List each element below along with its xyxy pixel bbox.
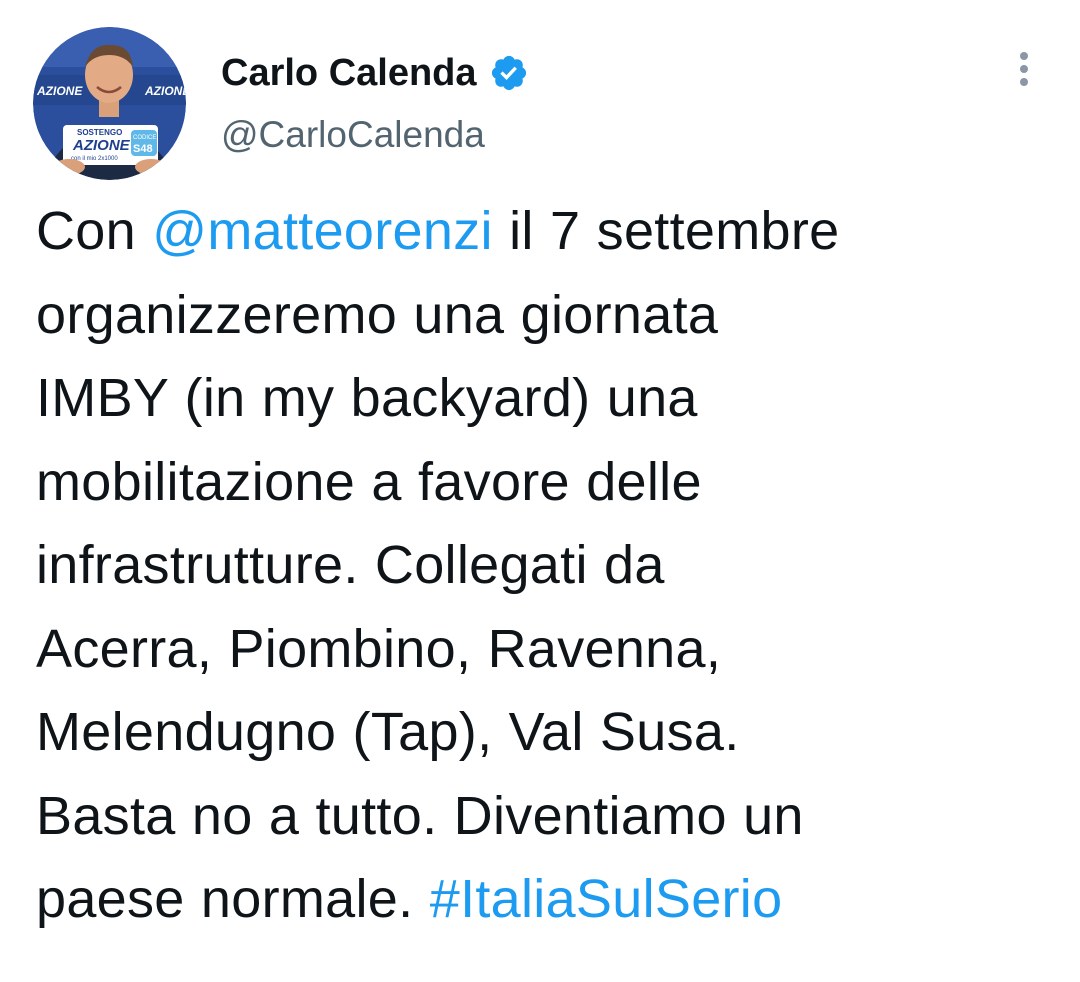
tweet-card: AZIONE AZIONE SOSTENGO AZIONE con il mio… [0, 0, 1080, 982]
tweet-text-segment: Acerra, Piombino, Ravenna, [36, 618, 722, 679]
avatar-banner-text-left: AZIONE [36, 84, 83, 98]
avatar-image: AZIONE AZIONE SOSTENGO AZIONE con il mio… [33, 27, 186, 180]
author-handle[interactable]: @CarloCalenda [221, 114, 485, 156]
tweet-text-line: IMBY (in my backyard) una [36, 357, 1046, 441]
tweet-text-line: infrastrutture. Collegati da [36, 524, 1046, 608]
avatar-banner-text-right: AZIONE [144, 84, 186, 98]
tweet-text-line: Con @matteorenzi il 7 settembre [36, 190, 1046, 274]
tweet-text-segment: Con [36, 201, 153, 261]
tweet-text-segment: organizzeremo una giornata [36, 284, 719, 345]
tweet-text-segment: mobilitazione a favore delle [36, 451, 702, 512]
avatar-sign-text-4: CODICE [133, 135, 156, 141]
more-vertical-icon[interactable] [1009, 52, 1039, 98]
tweet-text: Con @matteorenzi il 7 settembre organizze… [36, 190, 1046, 942]
mention-link[interactable]: @matteorenzi [152, 201, 493, 261]
avatar-sign-text-1: SOSTENGO [77, 128, 122, 137]
tweet-text-segment: infrastrutture. Collegati da [36, 535, 665, 595]
tweet-text-line: mobilitazione a favore delle [36, 441, 1046, 525]
tweet-text-segment: Basta no a tutto. Diventiamo un [36, 785, 804, 846]
tweet-text-line: paese normale. #ItaliaSulSerio [36, 858, 1046, 942]
tweet-text-segment: paese normale. [36, 869, 430, 929]
avatar-sign-text-2: AZIONE [72, 137, 131, 154]
author-display-name[interactable]: Carlo Calenda [221, 52, 477, 95]
tweet-text-segment: Melendugno (Tap), Val Susa. [36, 702, 740, 762]
author-name-row: Carlo Calenda [221, 48, 529, 98]
avatar-sign-text-5: S48 [133, 143, 153, 155]
tweet-text-line: Melendugno (Tap), Val Susa. [36, 691, 1046, 775]
verified-badge-icon [489, 53, 529, 93]
tweet-text-segment: IMBY (in my backyard) una [36, 368, 698, 428]
tweet-text-segment: il 7 settembre [492, 201, 840, 261]
author-avatar[interactable]: AZIONE AZIONE SOSTENGO AZIONE con il mio… [33, 27, 186, 180]
tweet-text-line: Basta no a tutto. Diventiamo un [36, 775, 1046, 859]
tweet-text-line: organizzeremo una giornata [36, 274, 1046, 358]
tweet-text-line: Acerra, Piombino, Ravenna, [36, 608, 1046, 692]
hashtag-link[interactable]: #ItaliaSulSerio [430, 869, 783, 929]
